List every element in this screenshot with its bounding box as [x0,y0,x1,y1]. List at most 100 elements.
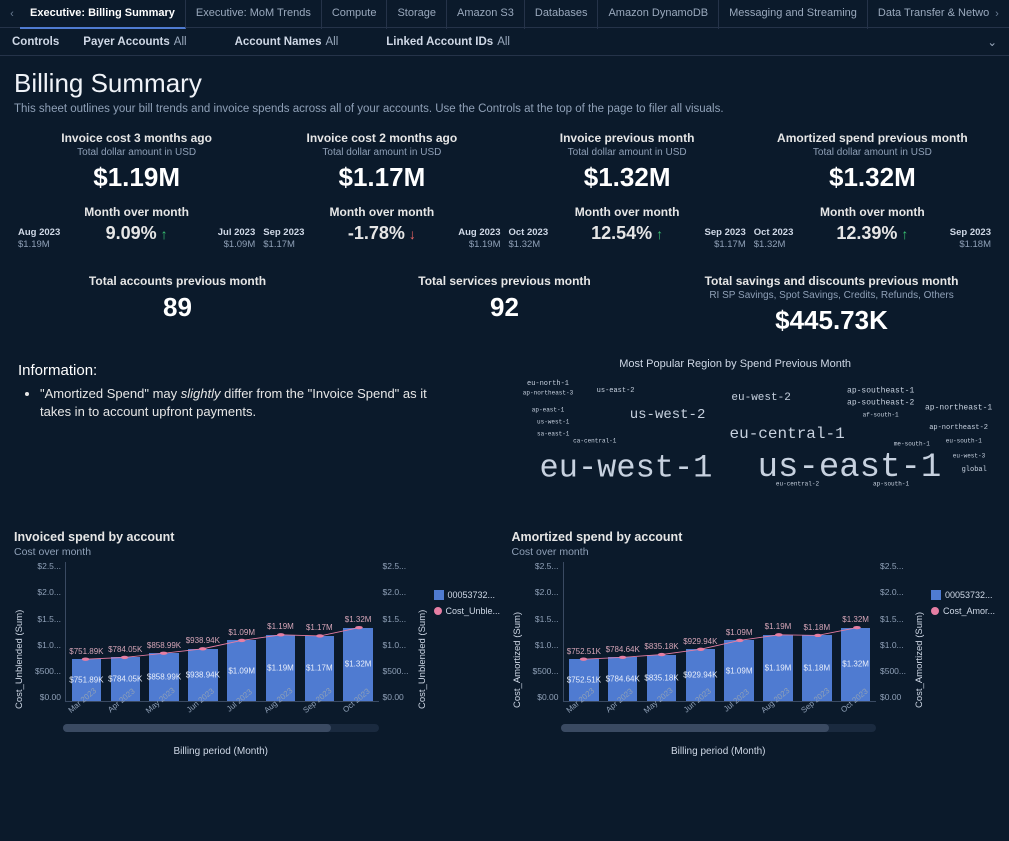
bar-col[interactable]: $835.18K $835.18K [643,562,680,701]
yticks-right: $2.5...$2.0...$1.5...$1.0...$500...$0.00 [383,562,417,702]
chart-panel-right: Amortized spend by account Cost over mon… [512,530,996,757]
region-ap-northeast-1[interactable]: ap-northeast-1 [925,403,992,412]
bar-col[interactable]: $938.94K $938.94K [184,562,221,701]
chart-legend: 00053732... Cost_Amor... [925,562,995,757]
chart-title: Amortized spend by account [512,530,996,544]
page-description: This sheet outlines your bill trends and… [14,103,995,115]
bar-col[interactable]: $1.19M $1.19M [760,562,797,701]
chart-scrollbar[interactable] [561,724,877,732]
bar-col[interactable]: $1.09M $1.09M [721,562,758,701]
total-title: Total savings and discounts previous mon… [674,274,989,288]
region-eu-west-2[interactable]: eu-west-2 [731,392,790,404]
region-eu-central-1[interactable]: eu-central-1 [729,425,844,443]
region-us-east-2[interactable]: us-east-2 [597,387,635,395]
mom-title: Month over month [756,205,989,219]
tabs-list: Executive: Billing SummaryExecutive: MoM… [20,0,989,29]
region-ca-central-1[interactable]: ca-central-1 [573,438,616,445]
total-title: Total services previous month [347,274,662,288]
chart-scrollbar[interactable] [63,724,379,732]
region-me-south-1[interactable]: me-south-1 [894,440,930,447]
kpi-sub: Total dollar amount in USD [756,147,989,158]
bar-value-label: $929.94K [683,671,717,680]
legend-line[interactable]: Cost_Unble... [434,606,496,616]
kpi-row-totals: Total accounts previous month 89 Total s… [14,270,995,338]
bar-col[interactable]: $1.09M $1.09M [223,562,260,701]
filter-payer-accounts[interactable]: Payer AccountsAll [83,36,186,48]
mom-left: Oct 2023$1.32M [509,227,549,252]
region-ap-south-1[interactable]: ap-south-1 [873,481,909,488]
region-global[interactable]: global [962,466,987,474]
region-eu-west-3[interactable]: eu-west-3 [953,452,985,459]
region-us-west-1[interactable]: us-west-1 [537,419,569,426]
region-ap-northeast-2[interactable]: ap-northeast-2 [929,424,988,432]
legend-series[interactable]: 00053732... [931,590,993,600]
region-ap-northeast-3[interactable]: ap-northeast-3 [523,390,573,397]
region-ap-southeast-1[interactable]: ap-southeast-1 [847,386,914,395]
bar-col[interactable]: $1.32M $1.32M [340,562,377,701]
bar-col[interactable]: $752.51K $752.51K [566,562,603,701]
bar-col[interactable]: $858.99K $858.99K [146,562,183,701]
controls-label: Controls [12,36,59,48]
bar-value-label: $1.32M [345,660,372,669]
total-value: 89 [20,292,335,323]
region-eu-north-1[interactable]: eu-north-1 [527,380,569,388]
bar-col[interactable]: $1.17M $1.17M [301,562,338,701]
mom-left: Aug 2023$1.19M [18,227,60,252]
chart-plot[interactable]: $2.5...$2.0...$1.5...$1.0...$500...$0.00… [525,562,915,720]
region-eu-south-1[interactable]: eu-south-1 [946,438,982,445]
tab-amazon-s3[interactable]: Amazon S3 [447,0,525,29]
region-ap-southeast-2[interactable]: ap-southeast-2 [847,398,914,407]
tab-executive-billing-summary[interactable]: Executive: Billing Summary [20,0,186,29]
tab-data-transfer-networking[interactable]: Data Transfer & Networking [868,0,989,29]
bar-col[interactable]: $1.18M $1.18M [798,562,835,701]
kpi-sub: Total dollar amount in USD [20,147,253,158]
tab-messaging-and-streaming[interactable]: Messaging and Streaming [719,0,868,29]
bar-value-label: $784.05K [108,675,142,684]
region-us-west-2[interactable]: us-west-2 [630,407,706,423]
region-af-south-1[interactable]: af-south-1 [863,411,899,418]
bar-value-label: $751.89K [69,676,103,685]
chart-legend: 00053732... Cost_Unble... [428,562,498,757]
tab-amazon-dynamodb[interactable]: Amazon DynamoDB [598,0,719,29]
bar-col[interactable]: $929.94K $929.94K [682,562,719,701]
legend-series[interactable]: 00053732... [434,590,496,600]
chart-sub: Cost over month [14,546,498,558]
mom-pct: 9.09% ↑ [106,223,168,244]
filter-linked-account-ids[interactable]: Linked Account IDsAll [386,36,510,48]
bar-col[interactable]: $784.05K $784.05K [107,562,144,701]
region-eu-central-2[interactable]: eu-central-2 [776,481,819,488]
tab-scroll-right[interactable]: › [989,8,1005,20]
mom-pct: 12.39% ↑ [836,223,908,244]
tab-compute[interactable]: Compute [322,0,388,29]
bar-col[interactable]: $1.19M $1.19M [262,562,299,701]
controls-expand-icon[interactable]: ⌄ [987,35,997,49]
kpi-card-2: Invoice previous month Total dollar amou… [505,127,750,195]
chart-panel-left: Invoiced spend by account Cost over mont… [14,530,498,757]
mom-right: Sep 2023$1.17M [705,227,746,252]
region-sa-east-1[interactable]: sa-east-1 [537,431,569,438]
kpi-title: Invoice cost 2 months ago [265,131,498,145]
bar-col[interactable]: $751.89K $751.89K [68,562,105,701]
chart-plot[interactable]: $2.5...$2.0...$1.5...$1.0...$500...$0.00… [27,562,417,720]
bar-value-label: $1.09M [726,666,753,675]
total-card-0: Total accounts previous month 89 [14,270,341,338]
legend-line[interactable]: Cost_Amor... [931,606,993,616]
bar-col[interactable]: $1.32M $1.32M [837,562,874,701]
tab-databases[interactable]: Databases [525,0,599,29]
region-eu-west-1[interactable]: eu-west-1 [540,449,713,486]
xticks: Mar 2023Apr 2023May 2023Jun 2023Jul 2023… [65,704,379,720]
wordcloud[interactable]: us-east-1eu-west-1eu-central-1us-west-2e… [475,374,995,494]
bar-value-label: $752.51K [567,676,601,685]
region-ap-east-1[interactable]: ap-east-1 [532,407,564,414]
kpi-value: $1.17M [265,162,498,193]
mom-right: Sep 2023$1.18M [950,227,991,252]
bar-value-label: $1.32M [842,660,869,669]
filter-account-names[interactable]: Account NamesAll [235,36,339,48]
tab-storage[interactable]: Storage [387,0,447,29]
total-sub: RI SP Savings, Spot Savings, Credits, Re… [674,290,989,301]
tab-scroll-left[interactable]: ‹ [4,8,20,20]
line-value-label: $1.09M [721,628,758,637]
bar-col[interactable]: $784.64K $784.64K [604,562,641,701]
line-value-label: $858.99K [146,641,183,650]
tab-executive-mom-trends[interactable]: Executive: MoM Trends [186,0,322,29]
